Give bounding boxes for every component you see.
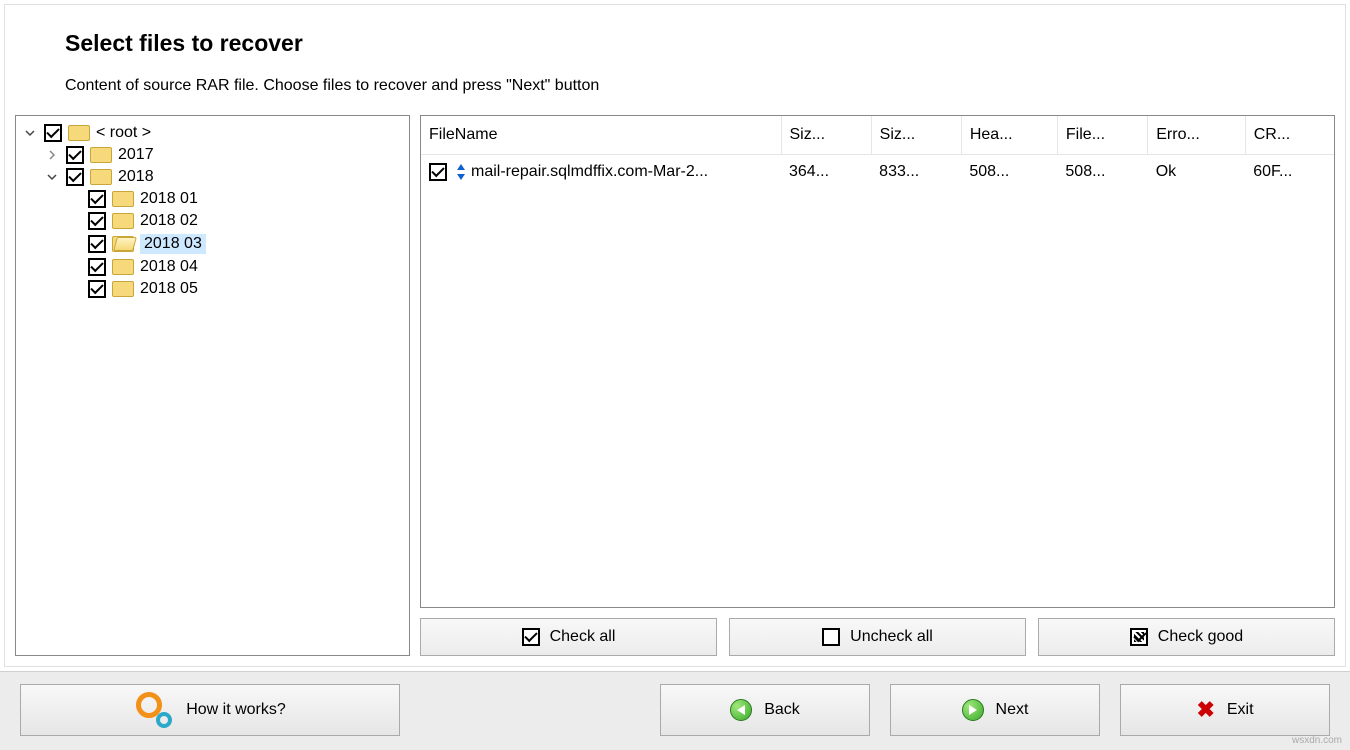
tree-node-root[interactable]: < root >: [20, 122, 405, 144]
next-button[interactable]: Next: [890, 684, 1100, 736]
tree-node-2018-01[interactable]: 2018 01: [64, 188, 405, 210]
col-header[interactable]: Hea...: [961, 116, 1057, 155]
tree-label: 2017: [118, 146, 154, 164]
arrow-right-icon: [962, 699, 984, 721]
close-icon: ✖: [1196, 697, 1214, 723]
cell-file: 508...: [1057, 155, 1147, 190]
button-label: Uncheck all: [850, 628, 933, 646]
tree-node-2018[interactable]: 2018: [42, 166, 405, 188]
cell-error: Ok: [1148, 155, 1245, 190]
action-buttons-row: Check all Uncheck all Check good: [420, 618, 1335, 656]
watermark: wsxdn.com: [1292, 735, 1342, 746]
tree-node-2018-05[interactable]: 2018 05: [64, 278, 405, 300]
folder-open-icon: [112, 236, 134, 252]
folder-icon: [112, 191, 134, 207]
chevron-down-icon[interactable]: [22, 125, 38, 141]
checkbox-icon[interactable]: [66, 168, 84, 186]
checkbox-icon[interactable]: [88, 280, 106, 298]
button-label: How it works?: [186, 701, 286, 719]
check-good-button[interactable]: Check good: [1038, 618, 1335, 656]
page-subtitle: Content of source RAR file. Choose files…: [65, 77, 1335, 95]
checkbox-icon[interactable]: [66, 146, 84, 164]
uncheck-all-button[interactable]: Uncheck all: [729, 618, 1026, 656]
button-label: Next: [996, 701, 1029, 719]
cell-header: 508...: [961, 155, 1057, 190]
checkbox-icon[interactable]: [429, 163, 447, 181]
checkbox-empty-icon: [822, 628, 840, 646]
gears-icon: [134, 692, 174, 728]
tree-node-2018-03[interactable]: 2018 03: [64, 232, 405, 256]
right-panel: FileName Siz... Siz... Hea... File... Er…: [420, 115, 1335, 656]
button-label: Back: [764, 701, 800, 719]
checkbox-icon[interactable]: [88, 190, 106, 208]
tree-node-2017[interactable]: 2017: [42, 144, 405, 166]
button-label: Exit: [1227, 701, 1254, 719]
tree-label: 2018 05: [140, 280, 198, 298]
cell-crc: 60F...: [1245, 155, 1334, 190]
checkbox-good-icon: [1130, 628, 1148, 646]
main-panel: Select files to recover Content of sourc…: [4, 4, 1346, 667]
back-button[interactable]: Back: [660, 684, 870, 736]
exit-button[interactable]: ✖ Exit: [1120, 684, 1330, 736]
checkbox-checked-icon: [522, 628, 540, 646]
file-type-icon: [455, 164, 463, 180]
tree-label: 2018 02: [140, 212, 198, 230]
tree-label: 2018 04: [140, 258, 198, 276]
folder-icon: [112, 213, 134, 229]
tree-label: 2018 01: [140, 190, 198, 208]
checkbox-icon[interactable]: [88, 212, 106, 230]
folder-icon: [112, 281, 134, 297]
col-crc[interactable]: CR...: [1245, 116, 1334, 155]
file-list[interactable]: FileName Siz... Siz... Hea... File... Er…: [420, 115, 1335, 608]
folder-icon: [112, 259, 134, 275]
col-size1[interactable]: Siz...: [781, 116, 871, 155]
cell-size2: 833...: [871, 155, 961, 190]
folder-tree[interactable]: < root > 2017: [15, 115, 410, 656]
footer-bar: How it works? Back Next ✖ Exit: [0, 671, 1350, 750]
chevron-right-icon[interactable]: [44, 147, 60, 163]
table-row[interactable]: mail-repair.sqlmdffix.com-Mar-2... 364..…: [421, 155, 1334, 190]
arrow-left-icon: [730, 699, 752, 721]
tree-label: 2018: [118, 168, 154, 186]
button-label: Check good: [1158, 628, 1243, 646]
checkbox-icon[interactable]: [44, 124, 62, 142]
folder-icon: [68, 125, 90, 141]
checkbox-icon[interactable]: [88, 235, 106, 253]
checkbox-icon[interactable]: [88, 258, 106, 276]
tree-node-2018-04[interactable]: 2018 04: [64, 256, 405, 278]
check-all-button[interactable]: Check all: [420, 618, 717, 656]
button-label: Check all: [550, 628, 616, 646]
how-it-works-button[interactable]: How it works?: [20, 684, 400, 736]
col-size2[interactable]: Siz...: [871, 116, 961, 155]
chevron-down-icon[interactable]: [44, 169, 60, 185]
cell-filename: mail-repair.sqlmdffix.com-Mar-2...: [471, 163, 708, 181]
folder-icon: [90, 169, 112, 185]
page-title: Select files to recover: [65, 30, 1335, 57]
folder-icon: [90, 147, 112, 163]
tree-node-2018-02[interactable]: 2018 02: [64, 210, 405, 232]
file-table: FileName Siz... Siz... Hea... File... Er…: [421, 116, 1334, 189]
col-error[interactable]: Erro...: [1148, 116, 1245, 155]
cell-size1: 364...: [781, 155, 871, 190]
tree-label: 2018 03: [140, 234, 206, 254]
content-row: < root > 2017: [15, 115, 1335, 656]
col-filename[interactable]: FileName: [421, 116, 781, 155]
col-file[interactable]: File...: [1057, 116, 1147, 155]
table-header-row: FileName Siz... Siz... Hea... File... Er…: [421, 116, 1334, 155]
tree-label: < root >: [96, 124, 151, 142]
